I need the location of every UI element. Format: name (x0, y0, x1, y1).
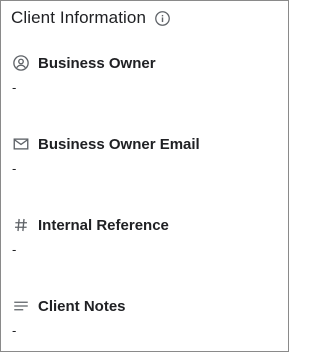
field-business-owner-email: Business Owner Email - (12, 134, 200, 177)
field-client-notes: Client Notes - (12, 296, 126, 339)
info-icon[interactable] (154, 10, 171, 27)
hash-icon (12, 216, 30, 234)
field-label: Business Owner (38, 54, 156, 72)
mail-icon (12, 135, 30, 153)
field-header: Internal Reference (12, 215, 169, 235)
field-value: - (12, 80, 17, 95)
field-header: Client Notes (12, 296, 126, 316)
field-header: Business Owner (12, 53, 156, 73)
panel-header: Client Information (11, 8, 171, 28)
notes-icon (12, 297, 30, 315)
field-header: Business Owner Email (12, 134, 200, 154)
field-value: - (12, 242, 17, 257)
panel-title: Client Information (11, 8, 147, 27)
field-label: Client Notes (38, 297, 126, 315)
field-value: - (12, 161, 17, 176)
client-information-panel: Client Information Business Owner - Busi… (0, 0, 289, 352)
account-circle-icon (12, 54, 30, 72)
field-label: Business Owner Email (38, 135, 200, 153)
field-value: - (12, 323, 17, 338)
field-label: Internal Reference (38, 216, 169, 234)
field-business-owner: Business Owner - (12, 53, 156, 96)
field-internal-reference: Internal Reference - (12, 215, 169, 258)
